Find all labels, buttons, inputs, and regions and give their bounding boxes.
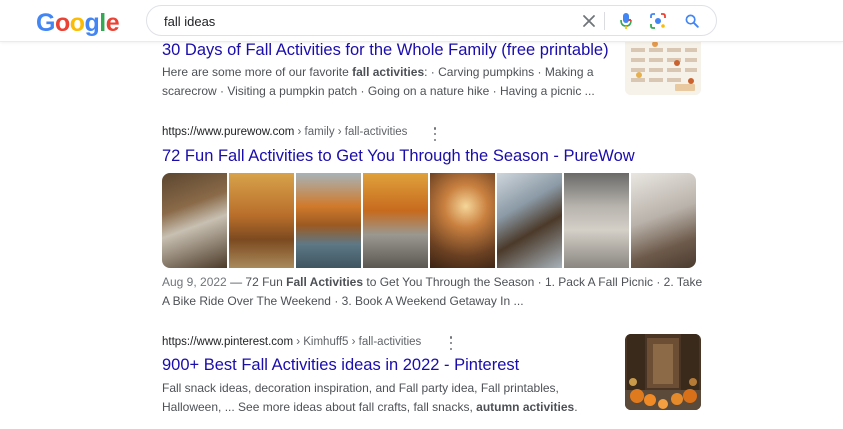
result-title-link[interactable]: 900+ Best Fall Activities ideas in 2022 … xyxy=(162,356,519,375)
more-options-icon[interactable] xyxy=(430,127,440,141)
wine-table-image[interactable] xyxy=(497,173,562,268)
bike-ride-image[interactable] xyxy=(229,173,294,268)
image-strip xyxy=(162,173,696,268)
logo-letter: g xyxy=(84,9,100,37)
search-divider xyxy=(604,12,605,30)
pumpkin-porch-image xyxy=(625,334,701,410)
autumn-lake-image[interactable] xyxy=(296,173,361,268)
result-snippet: Aug 9, 2022 — 72 Fun Fall Activities to … xyxy=(162,275,703,308)
result-url[interactable]: https://www.pinterest.com › Kimhuff5 › f… xyxy=(162,336,421,348)
cozy-blanket-image[interactable] xyxy=(631,173,696,268)
search-input[interactable] xyxy=(164,12,564,30)
result-snippet: Fall snack ideas, decoration inspiration… xyxy=(162,381,578,414)
forest-road-image[interactable] xyxy=(363,173,428,268)
mic-icon[interactable] xyxy=(617,12,635,30)
logo-letter: o xyxy=(69,9,85,37)
knit-sweaters-image[interactable] xyxy=(564,173,629,268)
google-logo[interactable]: Google xyxy=(36,9,120,37)
more-options-icon[interactable] xyxy=(446,336,456,350)
camera-lens-icon[interactable] xyxy=(649,12,667,30)
result-thumbnail[interactable] xyxy=(625,334,701,410)
search-header: Google xyxy=(0,0,843,42)
printable-checklist-image xyxy=(625,36,701,95)
result-title-link[interactable]: 72 Fun Fall Activities to Get You Throug… xyxy=(162,147,635,166)
result-thumbnail[interactable] xyxy=(625,36,701,95)
result-snippet: Here are some more of our favorite fall … xyxy=(162,65,595,98)
result-title-link[interactable]: 30 Days of Fall Activities for the Whole… xyxy=(162,41,609,60)
logo-letter: G xyxy=(36,9,55,37)
search-box[interactable] xyxy=(146,5,717,36)
result-url[interactable]: https://www.purewow.com › family › fall-… xyxy=(162,126,407,138)
logo-letter: o xyxy=(54,9,70,37)
search-results: 30 Days of Fall Activities for the Whole… xyxy=(0,0,843,429)
picnic-basket-image[interactable] xyxy=(162,173,227,268)
search-icon[interactable] xyxy=(683,12,701,30)
logo-letter: e xyxy=(105,9,120,37)
candles-image[interactable] xyxy=(430,173,495,268)
close-icon[interactable] xyxy=(580,12,598,30)
